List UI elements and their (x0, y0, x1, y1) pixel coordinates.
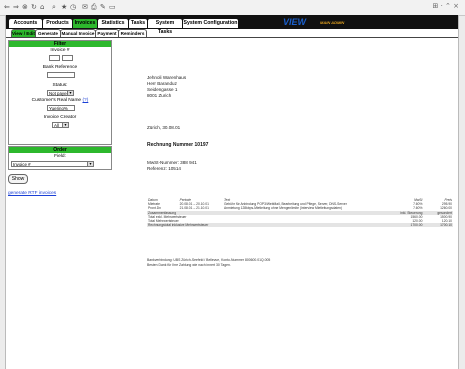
subtab-payment[interactable]: Payment (95, 29, 119, 37)
reference-number: Referenz: 10514 (147, 166, 181, 171)
show-button[interactable]: Show (8, 174, 28, 184)
generate-rtf-link[interactable]: generate RTF invoices (8, 191, 56, 196)
chevron-down-icon: ▼ (67, 91, 73, 95)
status-select[interactable]: Not payed ▼ (47, 90, 74, 96)
brand-logo: VIEW (283, 17, 307, 27)
order-panel-title: Order (9, 147, 111, 153)
summary-label: Rechnungstotal inklusive Mehrwertsteuer (147, 223, 394, 228)
invoice-creator-select[interactable]: All ▼ (52, 122, 69, 128)
subtab-view-edit[interactable]: View / Edit (11, 29, 36, 37)
invoice-from-input[interactable] (49, 55, 60, 61)
tab-products[interactable]: Products (43, 19, 72, 28)
stop-icon[interactable]: ⊗ (22, 3, 28, 11)
summary-row: Rechnungstotal inklusive Mehrwertsteuer … (147, 223, 453, 228)
status-label: Status: (52, 83, 68, 88)
back-icon[interactable]: ⇐ (4, 3, 10, 11)
customer-name-label-text: Customer's Real Name (31, 98, 82, 103)
payment-note: Besten Dank für Ihre Zahlung wie nach in… (147, 263, 231, 267)
favorites-icon[interactable]: ★ (61, 3, 67, 11)
chevron-down-icon: ▼ (87, 162, 93, 166)
filter-panel-title: Filter (9, 41, 111, 47)
search-icon[interactable]: ⌕ (52, 3, 56, 11)
chevron-down-icon: ▼ (62, 123, 68, 127)
order-field-label: Field: (54, 154, 66, 159)
subtab-generate[interactable]: Generate (35, 29, 61, 37)
tab-statistics[interactable]: Statistics (98, 19, 128, 28)
customer-name-label: Customer's Real Name (?) (9, 98, 111, 104)
order-field-select[interactable]: Invoice # ▼ (11, 161, 94, 167)
invoice-to-input[interactable] (62, 55, 73, 61)
customer-name-input[interactable]: Yuerino% (47, 105, 75, 111)
tab-accounts[interactable]: Accounts (9, 19, 42, 28)
mail-icon[interactable]: ✉ (82, 3, 88, 11)
place-date: Zürich, 30.08.01 (147, 125, 181, 130)
order-panel: Order Field: Invoice # ▼ (8, 146, 112, 170)
summary-value-b: 1700.10 (423, 223, 453, 228)
print-icon[interactable]: ⎙ (91, 3, 97, 11)
filter-panel: Filter Invoice # Bank Reference Status: … (8, 40, 112, 145)
refresh-icon[interactable]: ↻ (31, 3, 37, 11)
subtab-manual-invoice[interactable]: Manual Invoice (60, 29, 96, 37)
tab-invoices[interactable]: Invoices (73, 19, 97, 28)
tab-system-tasks[interactable]: System Tasks (148, 19, 182, 35)
web-page: Accounts Products Invoices Statistics Ta… (5, 15, 459, 369)
tab-system-configuration[interactable]: System Configuration (183, 19, 238, 28)
address-line: 8001 Zurich (147, 93, 172, 98)
brand-subtitle: MAIN ADMIN (320, 20, 345, 25)
invoice-creator-label: Invoice Creator (43, 115, 77, 120)
subtab-reminders[interactable]: Reminders (118, 29, 147, 37)
invoice-creator-value: All (54, 123, 59, 128)
customer-help-link[interactable]: (?) (82, 98, 88, 103)
discuss-icon[interactable]: ▭ (109, 3, 116, 11)
invoice-items-table: Datum Periode Text MwSt Preis Mietrate 2… (147, 198, 453, 228)
browser-toolbar: ⇐ ⇒ ⊗ ↻ ⌂ ⌕ ★ ◷ ✉ ⎙ ✎ ▭ ⊞ · ⌃ × (0, 0, 465, 16)
bank-reference-label: Bank Reference (42, 65, 78, 70)
invoice-number-label: Invoice # (50, 48, 70, 53)
status-value: Not payed (49, 91, 70, 96)
tab-tasks[interactable]: Tasks (129, 19, 147, 28)
history-icon[interactable]: ◷ (70, 3, 76, 11)
invoice-title: Rechnung Nummer 10197 (147, 142, 209, 148)
summary-value-a: 1700.00 (393, 223, 424, 228)
edit-icon[interactable]: ✎ (100, 3, 106, 11)
order-field-value: Invoice # (13, 162, 31, 167)
home-icon[interactable]: ⌂ (40, 3, 44, 11)
bank-details: Bankverbindung: UBS Zürich-Seefeld / Bel… (147, 258, 271, 262)
sub-navbar: View / Edit Generate Manual Invoice Paym… (6, 29, 458, 38)
bank-reference-input[interactable] (47, 72, 75, 78)
window-controls[interactable]: ⊞ · ⌃ × (433, 2, 460, 10)
forward-icon[interactable]: ⇒ (13, 3, 19, 11)
main-navbar: Accounts Products Invoices Statistics Ta… (6, 15, 458, 35)
